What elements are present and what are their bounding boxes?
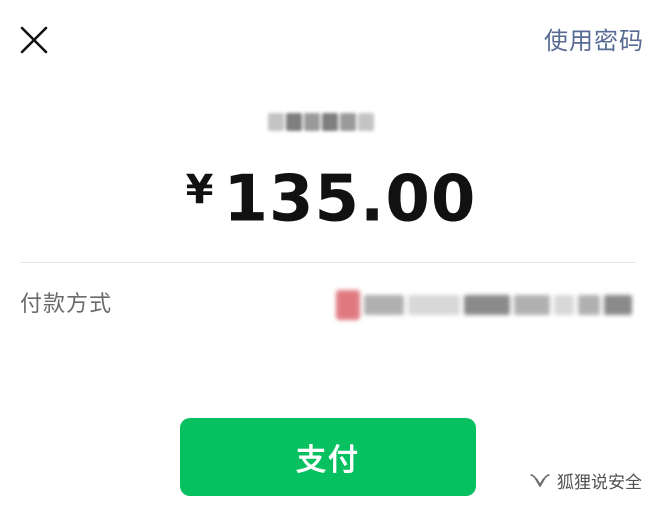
use-password-link[interactable]: 使用密码 xyxy=(544,26,644,56)
divider xyxy=(20,262,636,263)
payment-method-label: 付款方式 xyxy=(20,292,113,317)
payment-method-selector-blurred[interactable] xyxy=(336,286,636,324)
bank-logo-icon xyxy=(336,290,360,320)
merchant-name-blurred xyxy=(268,104,384,140)
close-icon xyxy=(18,24,50,56)
amount-value: 135.00 xyxy=(223,162,477,237)
close-button[interactable] xyxy=(18,24,50,56)
pay-button[interactable]: 支付 xyxy=(180,418,476,496)
watermark-text: 狐狸说安全 xyxy=(557,473,642,493)
wechat-channel-icon xyxy=(529,472,551,490)
currency-symbol: ¥ xyxy=(185,167,214,213)
watermark: 狐狸说安全 xyxy=(529,468,642,493)
payment-amount: ¥135.00 xyxy=(0,150,662,237)
